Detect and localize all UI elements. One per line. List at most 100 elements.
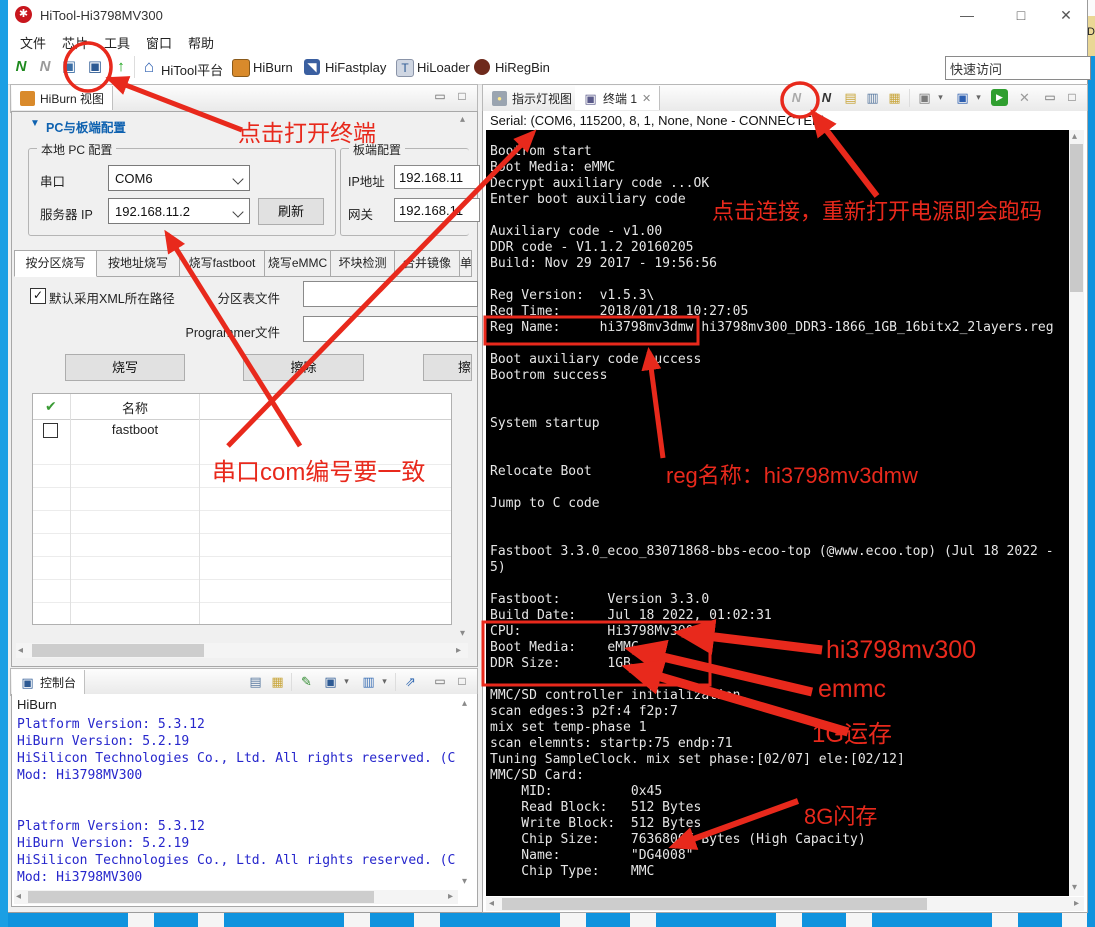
gateway-input[interactable]: 192.168.11 xyxy=(394,198,480,222)
menu-help[interactable]: 帮助 xyxy=(188,33,214,52)
scroll-up-arrow[interactable]: ▴ xyxy=(460,114,465,125)
hiburn-button[interactable]: HiBurn xyxy=(253,60,293,75)
vscroll-thumb[interactable] xyxy=(1070,144,1083,292)
tab-burn-by-address[interactable]: 按地址烧写 xyxy=(97,250,180,277)
scroll-left-arrow[interactable]: ◂ xyxy=(489,898,494,909)
console-maximize-icon[interactable]: □ xyxy=(453,674,471,688)
menu-file[interactable]: 文件 xyxy=(20,33,46,52)
table-row[interactable]: fastboot xyxy=(33,419,451,443)
upload-icon[interactable]: ↑ xyxy=(112,58,130,76)
window-maximize-button[interactable]: □ xyxy=(1006,4,1036,26)
titlebar[interactable]: ✱ HiTool-Hi3798MV300 — □ ✕ xyxy=(8,0,1087,30)
network-config-icon[interactable]: ▣ xyxy=(60,58,78,76)
xml-path-checkbox[interactable]: ✓ xyxy=(30,288,46,304)
menu-chip[interactable]: 芯片 xyxy=(62,33,88,52)
hitool-platform-button[interactable]: HiTool平台 xyxy=(161,60,223,79)
scroll-right-arrow[interactable]: ▸ xyxy=(448,891,453,902)
tab-indicator-view[interactable]: ● 指示灯视图 xyxy=(484,86,582,110)
tab-console[interactable]: ▣ 控制台 xyxy=(12,670,86,694)
hscroll-thumb[interactable] xyxy=(32,644,204,657)
scroll-left-arrow[interactable]: ◂ xyxy=(18,645,23,656)
window-minimize-button[interactable]: — xyxy=(952,4,982,26)
close-tab-icon[interactable]: ✕ xyxy=(642,92,651,105)
clear-console-icon[interactable]: ▤ xyxy=(248,674,263,689)
terminal-minimize-icon[interactable]: ▭ xyxy=(1041,90,1059,104)
scroll-up-arrow[interactable]: ▴ xyxy=(462,698,467,709)
scroll-down-arrow[interactable]: ▾ xyxy=(460,628,465,639)
clipped-button[interactable]: 擦 xyxy=(423,354,472,381)
menu-window[interactable]: 窗口 xyxy=(146,33,172,52)
board-ip-input[interactable]: 192.168.11 xyxy=(394,165,480,189)
hiloader-icon: T xyxy=(396,59,414,77)
programmer-file-input[interactable] xyxy=(303,316,478,342)
console-hscrollbar[interactable]: ◂ ▸ xyxy=(14,890,458,904)
chevron-down-icon[interactable]: ▾ xyxy=(971,90,986,105)
partition-file-input[interactable] xyxy=(303,281,478,307)
tab-burn-emmc[interactable]: 烧写eMMC xyxy=(265,250,331,277)
section-collapse-icon[interactable]: ▼ xyxy=(30,118,40,129)
export-log-icon[interactable]: ⇗ xyxy=(403,674,418,689)
hiburn-hscrollbar[interactable]: ◂ ▸ xyxy=(16,643,468,658)
tab-clipped[interactable]: 单 xyxy=(460,250,472,277)
chevron-down-icon[interactable]: ▾ xyxy=(339,674,354,689)
pin-console-icon[interactable]: ✎ xyxy=(299,674,314,689)
terminate-icon[interactable]: ✕ xyxy=(1017,90,1032,105)
hiburn-panel-maximize-icon[interactable]: □ xyxy=(453,89,471,103)
hitool-platform-icon[interactable]: ⌂ xyxy=(140,58,158,76)
chevron-down-icon[interactable]: ▾ xyxy=(933,90,948,105)
terminal-disconnect-icon[interactable]: N xyxy=(789,90,804,105)
name-column-header[interactable]: 名称 xyxy=(71,398,199,417)
new-terminal-icon[interactable]: ▣ xyxy=(955,90,970,105)
scroll-right-arrow[interactable]: ▸ xyxy=(456,645,461,656)
scroll-down-arrow[interactable]: ▾ xyxy=(462,876,467,887)
copy-output-icon[interactable]: ▥ xyxy=(865,90,880,105)
tab-merge-image[interactable]: 合并镜像 xyxy=(395,250,460,277)
terminal-vscrollbar[interactable]: ▴ ▾ xyxy=(1069,130,1084,896)
burn-button[interactable]: 烧写 xyxy=(65,354,185,381)
lock-terminal-icon[interactable]: ▦ xyxy=(887,90,902,105)
window-close-button[interactable]: ✕ xyxy=(1051,4,1081,26)
hiloader-button[interactable]: HiLoader xyxy=(417,60,470,75)
connect-icon[interactable]: N xyxy=(12,58,30,76)
hiregbin-button[interactable]: HiRegBin xyxy=(495,60,550,75)
run-icon[interactable]: ▶ xyxy=(991,89,1008,106)
menu-tools[interactable]: 工具 xyxy=(104,33,130,52)
open-terminal-icon[interactable]: ▣ xyxy=(86,58,104,76)
tab-bad-block-check[interactable]: 坏块检测 xyxy=(331,250,395,277)
terminal-maximize-icon[interactable]: □ xyxy=(1063,90,1081,104)
terminal-screen[interactable]: Bootrom start Boot Media: eMMC Decrypt a… xyxy=(486,130,1069,896)
section-header[interactable]: PC与板端配置 xyxy=(46,117,126,136)
tab-burn-by-partition[interactable]: 按分区烧写 xyxy=(14,250,97,277)
terminal-settings-grid-icon[interactable]: ▤ xyxy=(843,90,858,105)
hiburn-view-icon xyxy=(20,90,35,106)
select-all-check-icon[interactable]: ✔ xyxy=(45,398,57,415)
serial-port-combo[interactable]: COM6 xyxy=(108,165,250,191)
terminal-connect-icon[interactable]: N xyxy=(819,90,834,105)
tab-hiburn-view[interactable]: HiBurn 视图 xyxy=(12,86,114,110)
hscroll-thumb[interactable] xyxy=(28,891,374,903)
hifastplay-button[interactable]: HiFastplay xyxy=(325,60,386,75)
row-checkbox[interactable] xyxy=(43,423,58,438)
scroll-up-arrow[interactable]: ▴ xyxy=(1072,131,1077,142)
terminal-properties-icon[interactable]: ▣ xyxy=(917,90,932,105)
app-window: ✱ HiTool-Hi3798MV300 — □ ✕ 文件 芯片 工具 窗口 帮… xyxy=(8,0,1091,913)
chevron-down-icon[interactable]: ▾ xyxy=(377,674,392,689)
display-console-icon[interactable]: ▣ xyxy=(323,674,338,689)
hscroll-thumb[interactable] xyxy=(502,898,927,910)
terminal-hscrollbar[interactable]: ◂ ▸ xyxy=(486,897,1084,911)
scroll-right-arrow[interactable]: ▸ xyxy=(1074,898,1079,909)
console-minimize-icon[interactable]: ▭ xyxy=(431,674,449,688)
hiburn-icon xyxy=(232,59,250,77)
tab-terminal-1[interactable]: ▣ 终端 1 ✕ xyxy=(575,86,661,110)
quick-access-input[interactable] xyxy=(945,56,1091,80)
scroll-lock-icon[interactable]: ▦ xyxy=(270,674,285,689)
disconnect-icon[interactable]: N xyxy=(36,58,54,76)
scroll-down-arrow[interactable]: ▾ xyxy=(1072,882,1077,893)
scroll-left-arrow[interactable]: ◂ xyxy=(16,891,21,902)
refresh-button[interactable]: 刷新 xyxy=(258,198,324,225)
open-console-icon[interactable]: ▥ xyxy=(361,674,376,689)
server-ip-combo[interactable]: 192.168.11.2 xyxy=(108,198,250,224)
hiburn-panel-minimize-icon[interactable]: ▭ xyxy=(431,89,449,103)
tab-burn-fastboot[interactable]: 烧写fastboot xyxy=(180,250,265,277)
erase-button[interactable]: 擦除 xyxy=(243,354,364,381)
